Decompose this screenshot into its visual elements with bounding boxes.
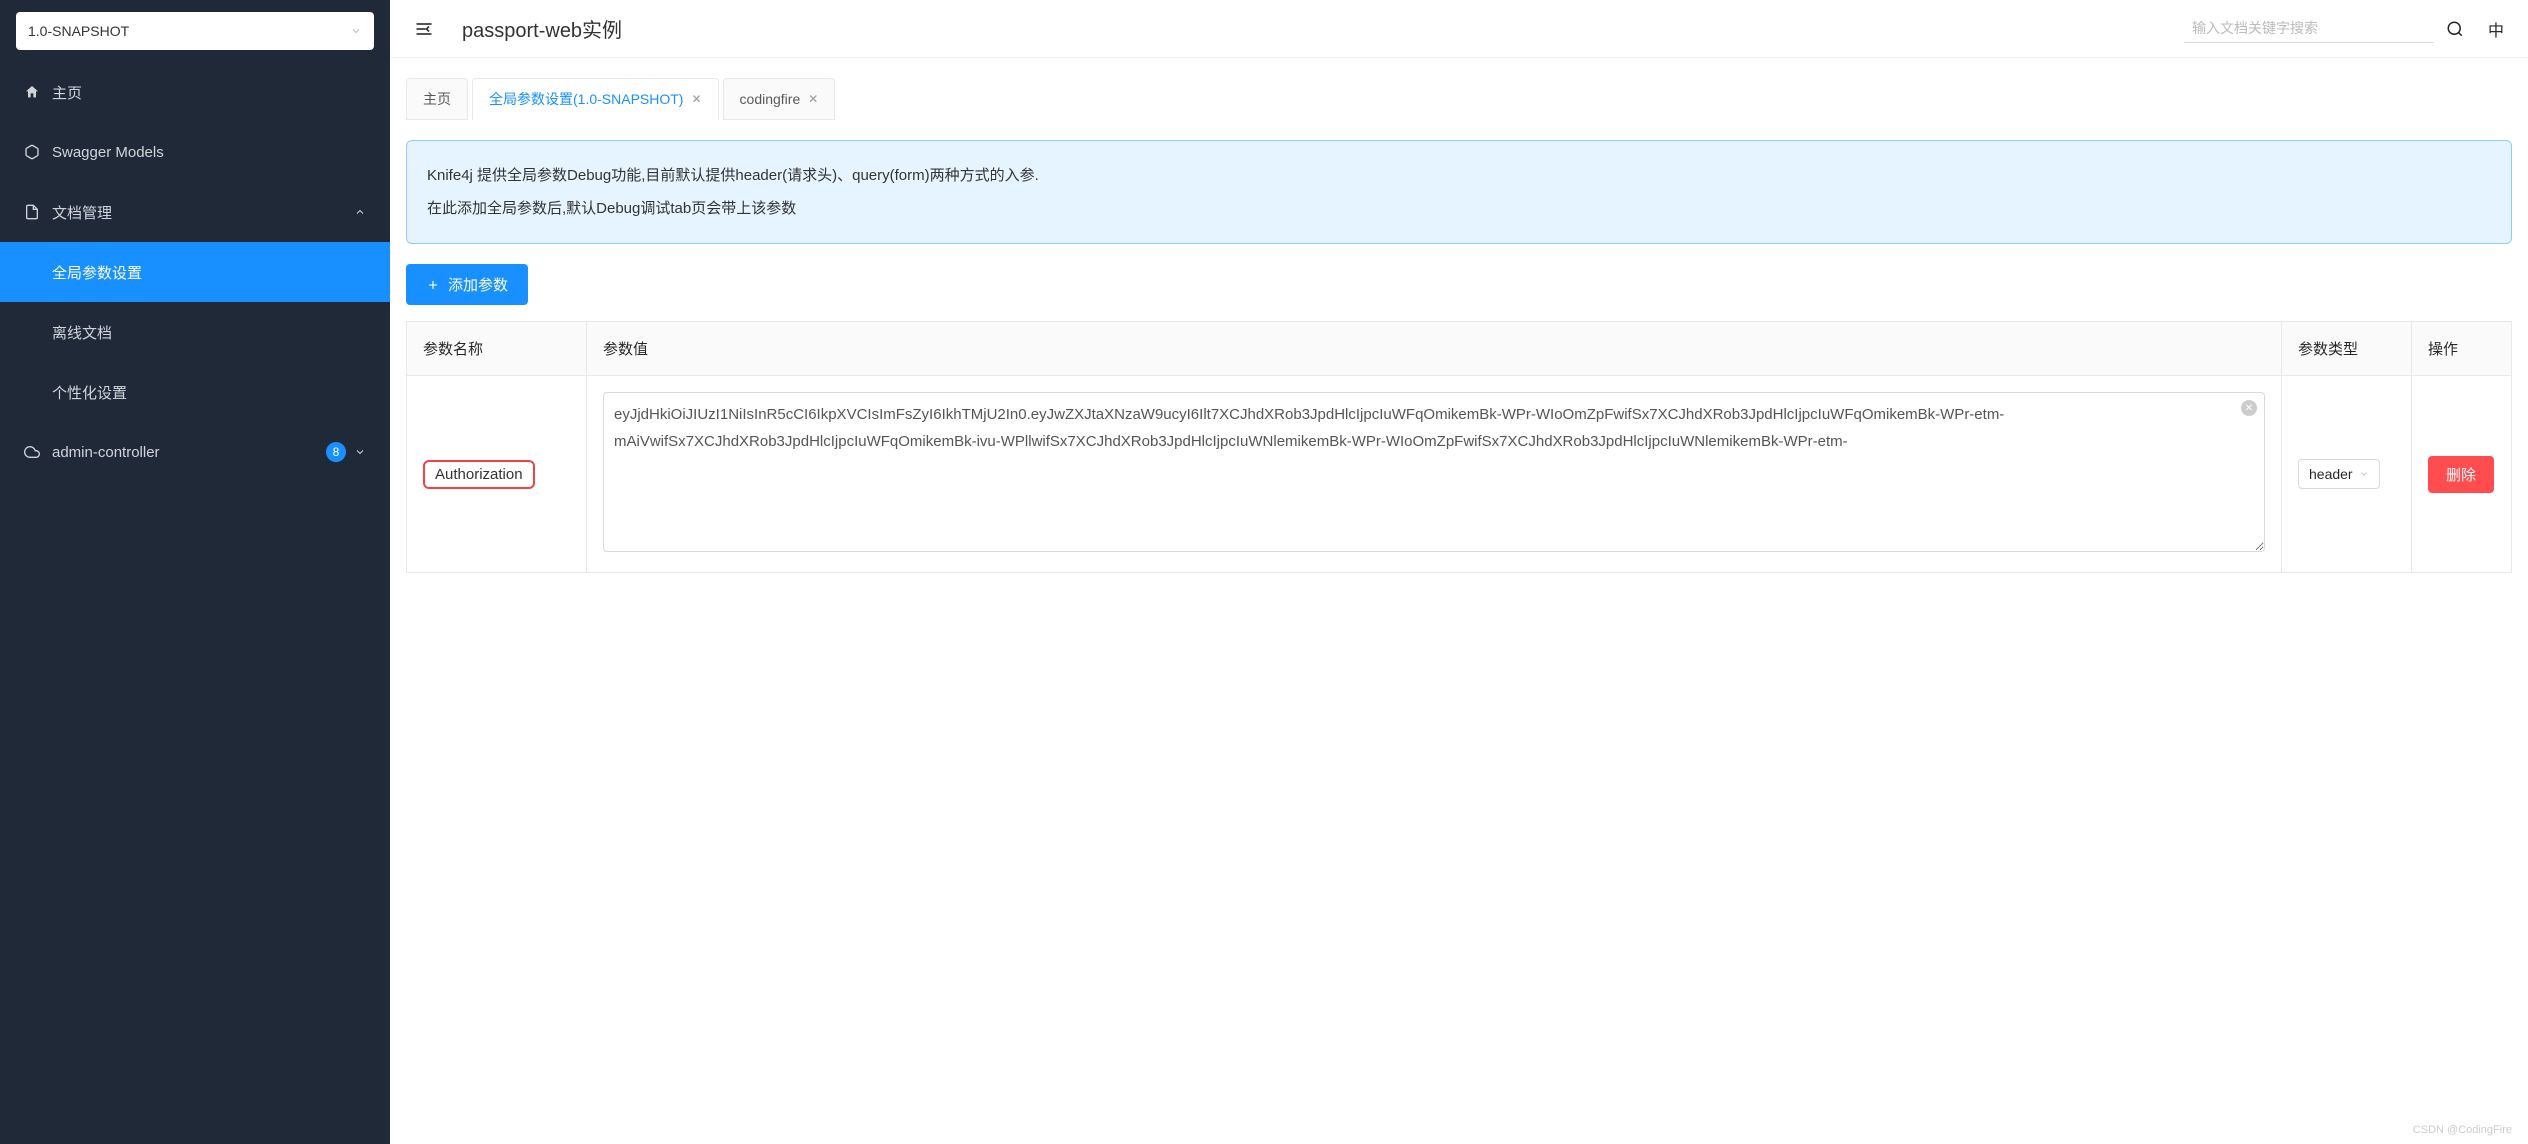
search-input[interactable] [2184,14,2434,43]
chevron-down-icon [2359,469,2369,479]
close-icon[interactable]: ✕ [691,92,701,106]
plus-icon [426,278,440,292]
sidebar-item-swagger-models[interactable]: Swagger Models [0,122,390,182]
sidebar-item-label: Swagger Models [52,144,164,161]
sidebar-item-label: 主页 [52,82,82,103]
column-header-value: 参数值 [587,322,2282,376]
info-line: 在此添加全局参数后,默认Debug调试tab页会带上该参数 [427,192,2491,225]
chevron-down-icon [350,25,362,37]
header: passport-web实例 中 [390,0,2528,58]
count-badge: 8 [326,442,346,462]
sidebar-subitem-global-params[interactable]: 全局参数设置 [0,242,390,302]
sidebar-item-admin-controller[interactable]: admin-controller 8 [0,422,390,482]
info-line: Knife4j 提供全局参数Debug功能,目前默认提供header(请求头)、… [427,159,2491,192]
sidebar: 1.0-SNAPSHOT 主页 Swagger Models [0,0,390,1144]
document-icon [24,204,40,220]
page-title: passport-web实例 [462,14,2184,43]
sidebar-item-home[interactable]: 主页 [0,62,390,122]
param-name: Authorization [423,460,535,489]
search-icon[interactable] [2446,20,2464,38]
tabs: 主页 全局参数设置(1.0-SNAPSHOT) ✕ codingfire ✕ [406,78,2512,120]
main-content: passport-web实例 中 主页 全局参数设置(1.0-SNAPSHOT)… [390,0,2528,1144]
cloud-icon [24,444,40,460]
sidebar-item-label: 文档管理 [52,202,112,223]
language-toggle[interactable]: 中 [2488,17,2504,41]
tab-home[interactable]: 主页 [406,78,468,120]
version-select[interactable]: 1.0-SNAPSHOT [16,12,374,50]
delete-button[interactable]: 删除 [2428,456,2494,493]
column-header-name: 参数名称 [407,322,587,376]
clear-icon[interactable]: ✕ [2241,400,2257,416]
chevron-down-icon [354,446,366,458]
sidebar-item-label: 个性化设置 [52,382,127,403]
column-header-action: 操作 [2412,322,2512,376]
sidebar-subitem-offline-doc[interactable]: 离线文档 [0,302,390,362]
models-icon [24,144,40,160]
button-label: 添加参数 [448,274,508,295]
sidebar-item-doc-management[interactable]: 文档管理 [0,182,390,242]
sidebar-item-label: 全局参数设置 [52,262,142,283]
select-value: header [2309,466,2353,482]
sidebar-subitem-personalization[interactable]: 个性化设置 [0,362,390,422]
chevron-up-icon [354,206,366,218]
watermark: CSDN @CodingFire [2413,1124,2512,1136]
home-icon [24,84,40,100]
params-table: 参数名称 参数值 参数类型 操作 Authorization [406,321,2512,573]
info-box: Knife4j 提供全局参数Debug功能,目前默认提供header(请求头)、… [406,140,2512,244]
version-select-value: 1.0-SNAPSHOT [28,23,129,39]
tab-label: 全局参数设置(1.0-SNAPSHOT) [489,89,683,109]
collapse-sidebar-button[interactable] [414,19,434,39]
tab-global-params[interactable]: 全局参数设置(1.0-SNAPSHOT) ✕ [472,78,719,120]
column-header-type: 参数类型 [2282,322,2412,376]
sidebar-item-label: 离线文档 [52,322,112,343]
tab-label: codingfire [740,91,801,107]
table-row: Authorization ✕ header [407,376,2512,573]
close-icon[interactable]: ✕ [808,92,818,106]
param-value-input[interactable] [603,392,2265,552]
add-param-button[interactable]: 添加参数 [406,264,528,305]
sidebar-item-label: admin-controller [52,444,160,461]
tab-label: 主页 [423,89,451,109]
tab-codingfire[interactable]: codingfire ✕ [723,78,836,120]
param-type-select[interactable]: header [2298,459,2380,489]
